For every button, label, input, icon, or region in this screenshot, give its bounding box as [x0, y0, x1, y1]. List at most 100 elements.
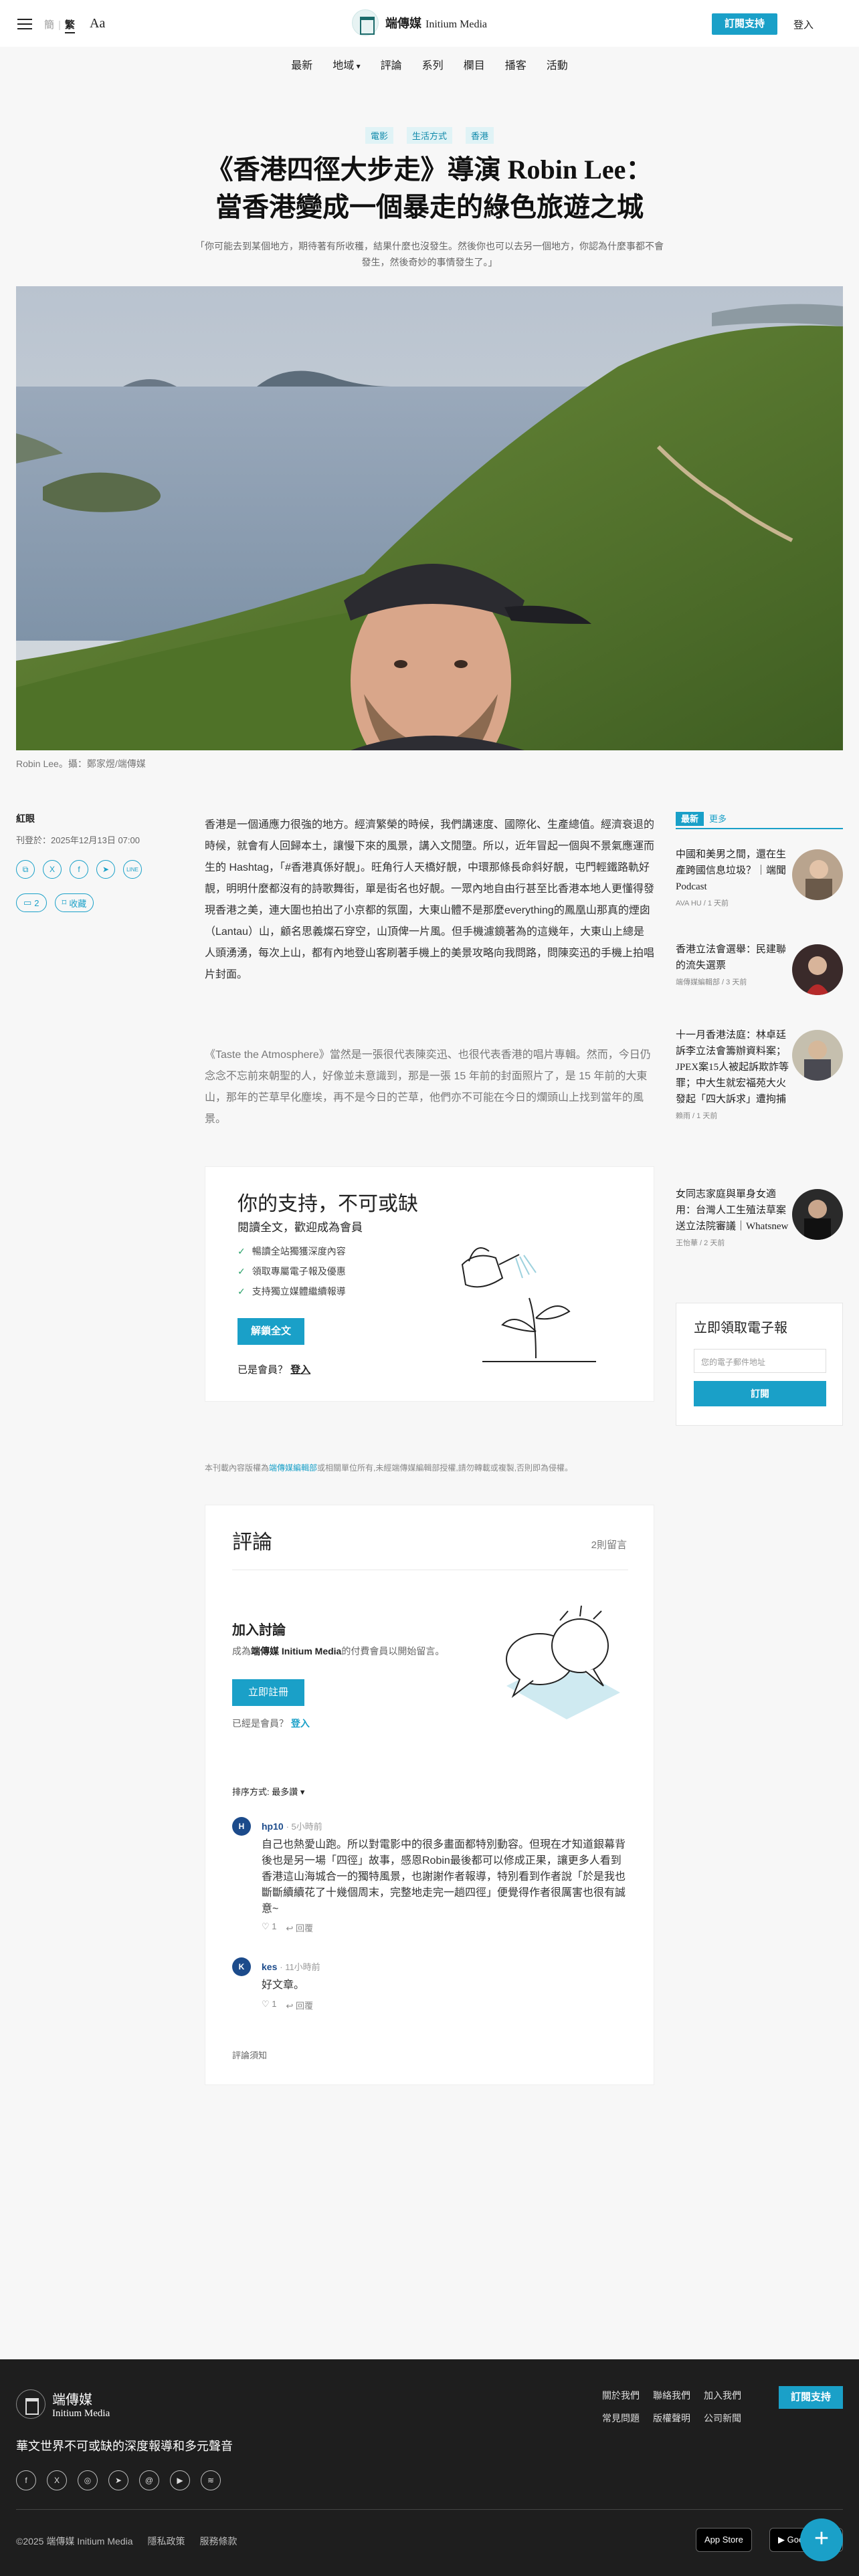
footer-link-copyright[interactable]: 版權聲明: [653, 2411, 690, 2425]
comment-text: 自己也熱愛山跑。所以對電影中的很多畫面都特別動容。但現在才知道銀幕背後也是另一場…: [262, 1839, 626, 1915]
logo-icon: [352, 9, 379, 36]
paywall-box: 你的支持，不可或缺 閱讀全文，歡迎成為會員 暢讀全站獨獲深度內容 領取專屬電子報…: [205, 1166, 654, 1402]
terms-link[interactable]: 服務條款: [200, 2535, 237, 2548]
app-store-badge[interactable]: App Store: [696, 2528, 752, 2552]
speech-bubbles-illustration: [506, 1606, 620, 1719]
subscribe-support-button[interactable]: 訂閱支持: [712, 13, 777, 35]
footer-link-faq[interactable]: 常見問題: [602, 2411, 640, 2425]
telegram-icon[interactable]: ➤: [108, 2470, 128, 2490]
comment-bubble-icon: ▭: [23, 897, 32, 907]
facebook-icon[interactable]: f: [16, 2470, 36, 2490]
line-icon[interactable]: LINE: [123, 860, 142, 879]
rss-icon[interactable]: ≋: [201, 2470, 221, 2490]
footer-brand-cn: 端傳媒: [52, 2393, 92, 2407]
tag-film[interactable]: 電影: [365, 127, 393, 144]
comments-login-link[interactable]: 登入: [291, 1718, 310, 1729]
reply-label: 回覆: [296, 1923, 314, 1933]
nav-region[interactable]: 地域: [332, 56, 360, 72]
join-brand: 端傳媒 Initium Media: [251, 1646, 342, 1656]
nav-events[interactable]: 活動: [547, 56, 568, 72]
article-paragraph-1: 香港是一個通應力很強的地方。經濟繁榮的時候，我們講速度、國際化、生產總值。經濟衰…: [205, 819, 655, 980]
footer-link-contact[interactable]: 聯絡我們: [653, 2389, 690, 2402]
author-name[interactable]: 紅眼: [16, 812, 35, 825]
site-logo[interactable]: 端傳媒 Initium Media: [352, 9, 487, 36]
article-summary: 「你可能去到某個地方，期待著有所收穫，結果什麼也沒發生。然後你也可以去另一個地方…: [195, 241, 664, 267]
footer-links: 關於我們 聯絡我們 加入我們 常見問題 版權聲明 公司新聞: [602, 2389, 763, 2425]
bookmark-button[interactable]: ⌑ 收藏: [54, 893, 94, 912]
tag-lifestyle[interactable]: 生活方式: [406, 127, 452, 144]
nav-series[interactable]: 系列: [422, 56, 444, 72]
tag-hongkong[interactable]: 香港: [466, 127, 494, 144]
like-count: 1: [272, 1921, 277, 1931]
floating-add-button[interactable]: +: [800, 2518, 843, 2561]
newsletter-email-input[interactable]: 您的電子郵件地址: [694, 1349, 826, 1373]
language-switch: 簡 | 繁: [44, 17, 75, 33]
threads-icon[interactable]: @: [139, 2470, 159, 2490]
comment-count-button[interactable]: ▭ 2: [16, 893, 47, 912]
sidebar-article[interactable]: 女同志家庭與單身女適用：台灣人工生殖法草案送立法院審議｜Whatsnew 王怡華…: [676, 1186, 843, 1248]
nav-opinion[interactable]: 評論: [381, 56, 402, 72]
footer-logo[interactable]: 端傳媒 Initium Media: [16, 2389, 110, 2420]
comment-sort-dropdown[interactable]: 排序方式: 最多讚 ▾: [232, 1785, 304, 1798]
sidebar-article[interactable]: 十一月香港法庭：林卓廷訴李立法會籌辦資料案；JPEX案15人被起訴欺詐等罪；中大…: [676, 1027, 843, 1121]
heart-icon: ♡: [262, 1999, 270, 2009]
comment-actions: ♡ 1 ↩ 回覆: [262, 1921, 313, 1934]
already-question: 已經是會員？: [232, 1718, 288, 1729]
instagram-icon[interactable]: ◎: [78, 2470, 98, 2490]
menu-icon[interactable]: [17, 19, 32, 29]
youtube-icon[interactable]: ▶: [170, 2470, 190, 2490]
reply-icon: ↩: [286, 2001, 294, 2011]
tab-latest[interactable]: 最新: [676, 812, 704, 826]
copyright-notice: 本刊載內容版權為端傳媒編輯部或相關單位所有,未經端傳媒編輯部授權,請勿轉載或複製…: [205, 1462, 573, 1473]
title-line-1: 《香港四徑大步走》導演 Robin Lee：: [206, 154, 653, 185]
reply-button[interactable]: ↩ 回覆: [286, 1999, 314, 2012]
copy-icon[interactable]: ⧉: [16, 860, 35, 879]
footer-link-about[interactable]: 關於我們: [602, 2389, 640, 2402]
reply-button[interactable]: ↩ 回覆: [286, 1921, 314, 1934]
member-question: 已是會員？: [237, 1364, 288, 1376]
sort-label: 排序方式: 最多讚: [232, 1787, 298, 1797]
x-icon[interactable]: X: [47, 2470, 67, 2490]
bookmark-label: 收藏: [69, 898, 87, 909]
sidebar-article[interactable]: 香港立法會選舉：民建聯的流失選票 端傳媒編輯部 / 3 天前: [676, 942, 843, 995]
x-icon[interactable]: X: [43, 860, 62, 879]
nav-latest[interactable]: 最新: [291, 56, 312, 72]
font-size-button[interactable]: Aa: [90, 16, 105, 31]
sidebar-article[interactable]: 中國和美男之間，還在生產跨國信息垃圾？｜端聞 Podcast AVA HU / …: [676, 847, 843, 908]
logo-en: Initium Media: [425, 19, 487, 30]
member-login-link[interactable]: 登入: [290, 1364, 310, 1376]
image-caption: Robin Lee。攝：鄭家煜/端傳媒: [16, 758, 146, 769]
avatar[interactable]: K: [232, 1957, 251, 1976]
telegram-icon[interactable]: ➤: [96, 860, 115, 879]
nav-podcast[interactable]: 播客: [505, 56, 527, 72]
footer-link-careers[interactable]: 加入我們: [704, 2389, 741, 2402]
lang-traditional[interactable]: 繁: [64, 19, 75, 33]
comment-guidelines-link[interactable]: 評論須知: [232, 2048, 267, 2061]
like-button[interactable]: ♡ 1: [262, 1999, 277, 2012]
copyright-owner-link[interactable]: 端傳媒編輯部: [269, 1463, 317, 1473]
sidebar-article-meta: 賴雨 / 1 天前: [676, 1112, 718, 1120]
site-footer: 端傳媒 Initium Media 華文世界不可或缺的深度報導和多元聲音 f X …: [0, 2359, 859, 2576]
facebook-icon[interactable]: f: [70, 860, 88, 879]
comment-header: kes · 11小時前: [262, 1960, 320, 1973]
comment-username[interactable]: hp10: [262, 1821, 284, 1832]
logo-icon: [16, 2389, 45, 2419]
newsletter-subscribe-button[interactable]: 訂閱: [694, 1381, 826, 1406]
footer-link-news[interactable]: 公司新聞: [704, 2411, 741, 2425]
join-prefix: 成為: [232, 1646, 251, 1656]
comment-header: hp10 · 5小時前: [262, 1820, 322, 1832]
privacy-link[interactable]: 隱私政策: [148, 2535, 185, 2548]
tab-more[interactable]: 更多: [709, 814, 727, 824]
lang-simplified[interactable]: 簡: [44, 19, 54, 31]
login-link[interactable]: 登入: [793, 17, 814, 31]
footer-bottom: ©2025 端傳媒 Initium Media 隱私政策 服務條款: [16, 2535, 237, 2548]
avatar[interactable]: H: [232, 1817, 251, 1836]
comment-actions: ♡ 1 ↩ 回覆: [262, 1999, 313, 2012]
like-button[interactable]: ♡ 1: [262, 1921, 277, 1934]
footer-subscribe-button[interactable]: 訂閱支持: [779, 2386, 843, 2409]
register-button[interactable]: 立即註冊: [232, 1679, 304, 1706]
comment-username[interactable]: kes: [262, 1961, 277, 1972]
unlock-article-button[interactable]: 解鎖全文: [237, 1318, 304, 1345]
main-nav: 最新 地域 評論 系列 欄目 播客 活動: [0, 56, 859, 72]
nav-columns[interactable]: 欄目: [464, 56, 485, 72]
